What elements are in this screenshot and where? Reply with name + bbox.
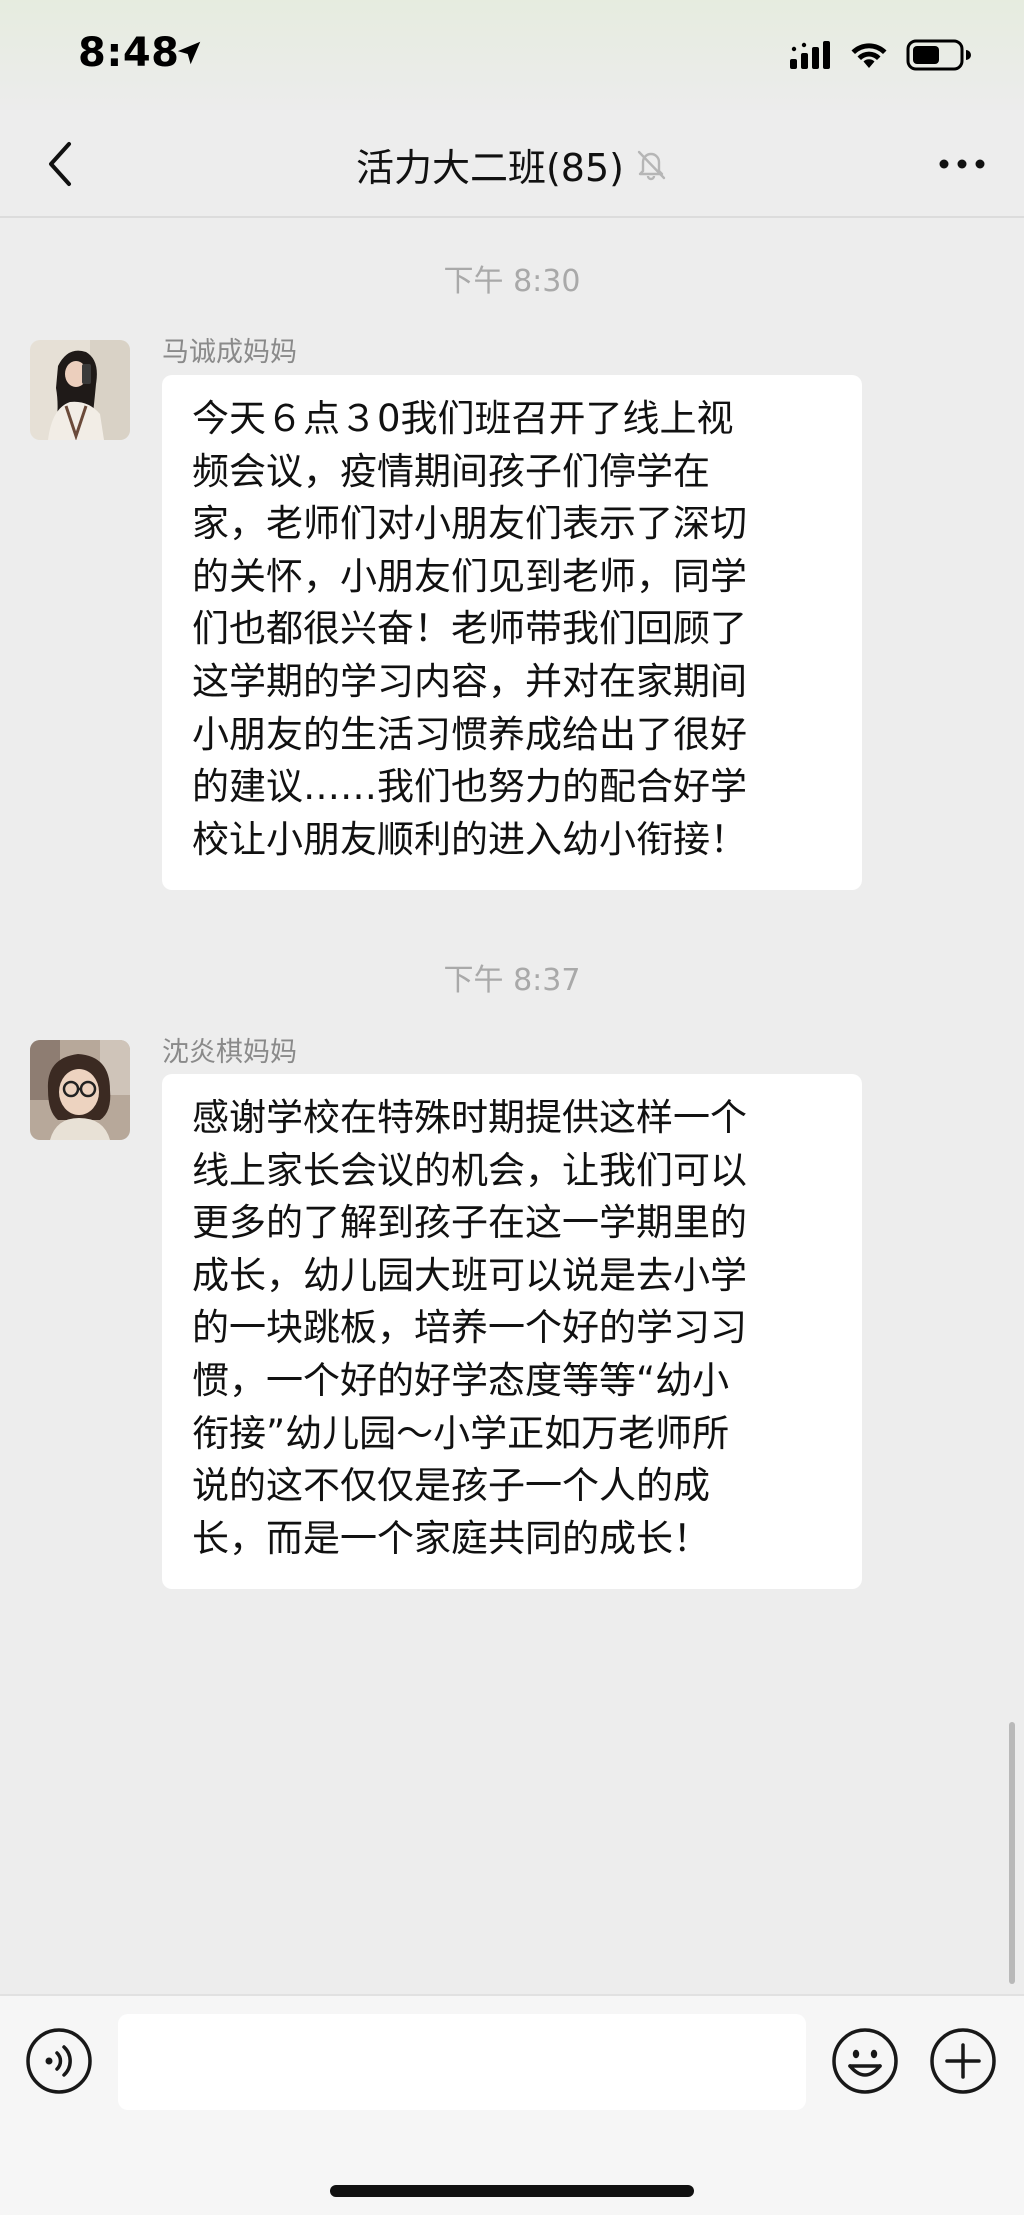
avatar-photo-2 xyxy=(30,1040,130,1140)
input-bar xyxy=(0,1994,1024,2215)
message-text-line: 的关怀，小朋友们见到老师，同学 xyxy=(192,554,747,598)
message-text-line: 说的这不仅仅是孩子一个人的成 xyxy=(192,1464,710,1508)
message-text-line: 们也都很兴奋！老师带我们回顾了 xyxy=(192,607,747,651)
message-text-line: 小朋友的生活习惯养成给出了很好 xyxy=(192,712,747,756)
sender-name: 马诚成妈妈 xyxy=(162,337,297,368)
message-text-line: 今天６点３0我们班召开了线上视 xyxy=(192,397,734,440)
message-text-line: 的一块跳板，培养一个好的学习习 xyxy=(192,1306,747,1350)
battery-icon xyxy=(906,39,971,71)
message-timestamp: 下午 8:37 xyxy=(443,963,581,998)
message-text-line: 这学期的学习内容，并对在家期间 xyxy=(192,659,747,703)
more-dots-icon xyxy=(939,159,985,169)
nav-bar: 活力大二班(85) xyxy=(0,110,1024,218)
plus-icon xyxy=(930,2028,996,2094)
voice-button[interactable] xyxy=(24,2026,94,2096)
message-text-line: 线上家长会议的机会，让我们可以 xyxy=(192,1148,747,1192)
more-button[interactable] xyxy=(932,138,992,190)
sender-name: 沈炎棋妈妈 xyxy=(162,1037,297,1068)
message-input[interactable] xyxy=(118,2014,806,2110)
message-text-line: 校让小朋友顺利的进入幼小衔接！ xyxy=(192,817,747,861)
message-text-line: 衔接”幼儿园～小学正如万老师所 xyxy=(192,1411,730,1455)
message-text-line: 感谢学校在特殊时期提供这样一个 xyxy=(192,1096,747,1139)
status-time: 8:48 xyxy=(78,30,180,76)
message-text-line: 惯，一个好的好学态度等等“幼小 xyxy=(192,1358,730,1402)
nav-title-group: 活力大二班(85) xyxy=(0,136,1024,192)
avatar-photo-1 xyxy=(30,340,130,440)
chat-title: 活力大二班(85) xyxy=(355,145,624,190)
wifi-icon xyxy=(851,43,887,68)
message-text-line: 频会议，疫情期间孩子们停学在 xyxy=(192,449,710,493)
status-bar: 8:48 xyxy=(0,0,1024,110)
avatar[interactable] xyxy=(30,1040,130,1140)
cellular-signal-icon xyxy=(790,41,830,69)
plus-button[interactable] xyxy=(928,2026,998,2096)
emoji-icon xyxy=(832,2028,898,2094)
voice-icon xyxy=(26,2028,92,2094)
message-text-line: 长，而是一个家庭共同的成长！ xyxy=(192,1516,710,1560)
emoji-button[interactable] xyxy=(830,2026,900,2096)
chat-screen: 8:48 活力大二班(85) 下午 8:30 马诚成妈妈 今天６点３0我们班召开… xyxy=(0,0,1024,2215)
message-text-line: 的建议……我们也努力的配合好学 xyxy=(192,765,747,809)
message-timestamp: 下午 8:30 xyxy=(443,264,581,299)
muted-bell-icon xyxy=(637,150,666,181)
message-text-line: 成长，幼儿园大班可以说是去小学 xyxy=(192,1253,747,1297)
message-text-line: 家，老师们对小朋友们表示了深切 xyxy=(192,502,747,546)
avatar[interactable] xyxy=(30,340,130,440)
message-text-line: 更多的了解到孩子在这一学期里的 xyxy=(192,1201,747,1245)
message-bubble[interactable]: 感谢学校在特殊时期提供这样一个 线上家长会议的机会，让我们可以 更多的了解到孩子… xyxy=(162,1074,862,1589)
message-bubble[interactable]: 今天６点３0我们班召开了线上视 频会议，疫情期间孩子们停学在 家，老师们对小朋友… xyxy=(162,375,862,890)
location-arrow-icon xyxy=(177,41,201,65)
home-indicator[interactable] xyxy=(330,2185,694,2197)
scrollbar[interactable] xyxy=(1009,1722,1015,1984)
